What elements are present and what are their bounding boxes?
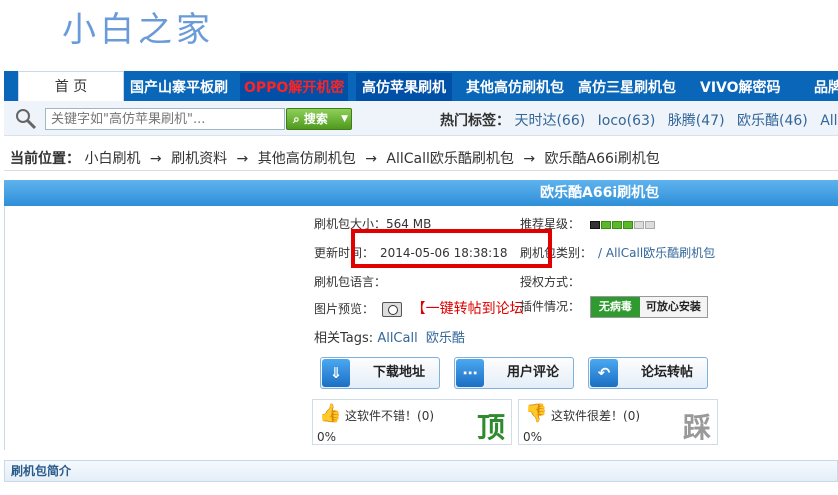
breadcrumb-separator: → xyxy=(365,151,377,167)
download-icon: ⇓ xyxy=(322,359,350,387)
breadcrumb-item[interactable]: 欧乐酷A66i刷机包 xyxy=(545,151,660,167)
vote-down-count: (0) xyxy=(623,409,641,423)
forum-label: 论坛转帖 xyxy=(640,365,693,380)
plugin-label: 插件情况： xyxy=(520,299,581,314)
nav-item-brand[interactable]: 品牌 xyxy=(814,73,838,103)
vote-down-text: 这软件很差！ xyxy=(551,409,624,423)
hot-tag[interactable]: Ioco(63) xyxy=(598,113,656,129)
nav-item-other[interactable]: 其他高仿刷机包 xyxy=(466,73,564,103)
hot-tag[interactable]: 欧乐酷(46) xyxy=(737,113,808,129)
safety-badge: 无病毒 可放心安装 xyxy=(589,296,708,318)
vote-down-text-wrap: 这软件很差！(0) xyxy=(551,407,640,424)
language-field: 刷机包语言： xyxy=(314,273,386,290)
breadcrumb-item[interactable]: 其他高仿刷机包 xyxy=(258,151,356,167)
breadcrumb: 当前位置： 小白刷机 → 刷机资料 → 其他高仿刷机包 → AllCall欧乐酷… xyxy=(10,148,660,168)
hot-tags: 热门标签： 天时达(66) Ioco(63) 脉腾(47) 欧乐酷(46) Al… xyxy=(440,110,838,130)
hot-tag[interactable]: 脉腾(47) xyxy=(668,113,725,129)
rating-star xyxy=(633,220,644,229)
rating-star xyxy=(589,220,600,229)
category-link[interactable]: / AllCall欧乐酷刷机包 xyxy=(598,246,715,260)
repost-link[interactable]: 【一键转帖到论坛 xyxy=(412,301,524,317)
rating-star xyxy=(600,220,611,229)
vote-up-text: 这软件不错！ xyxy=(345,409,418,423)
license-field: 授权方式： xyxy=(520,273,580,290)
nav-item-iphone[interactable]: 高仿苹果刷机 xyxy=(356,73,452,103)
site-logo[interactable]: 小白之家 xyxy=(62,2,214,51)
breadcrumb-separator: → xyxy=(236,151,249,167)
divider xyxy=(4,170,838,171)
vote-up-count: (0) xyxy=(417,409,435,423)
vote-down-box[interactable]: 👎 这软件很差！(0) 0% 踩 xyxy=(518,399,718,445)
search-button[interactable]: ⌕ 搜索 ▼ xyxy=(286,108,352,130)
highlight-box xyxy=(351,229,552,268)
comments-label: 用户评论 xyxy=(506,365,559,380)
breadcrumb-item[interactable]: 刷机资料 xyxy=(171,151,227,167)
search-button-icon: ⌕ xyxy=(293,112,300,126)
tags-field: 相关Tags: AllCall 欧乐酷 xyxy=(314,327,465,346)
search-button-label: 搜索 xyxy=(303,112,328,126)
hot-tag[interactable]: AllC xyxy=(820,113,838,129)
nav-item-samsung[interactable]: 高仿三星刷机包 xyxy=(578,73,676,103)
breadcrumb-separator: → xyxy=(149,151,162,167)
search-icon xyxy=(16,109,37,130)
no-virus-badge: 无病毒 xyxy=(590,297,640,317)
hot-tags-label: 热门标签： xyxy=(440,113,510,129)
chevron-down-icon[interactable]: ▼ xyxy=(341,109,348,129)
hot-tag[interactable]: 天时达(66) xyxy=(514,113,585,129)
rating-star xyxy=(644,220,655,229)
rating-star xyxy=(611,220,622,229)
comment-icon: ⋯ xyxy=(456,359,484,387)
vote-up-box[interactable]: 👍 这软件不错！(0) 0% 顶 xyxy=(312,399,512,445)
thumbs-down-icon: 👎 xyxy=(525,403,548,424)
nav-item-home[interactable]: 首 页 xyxy=(18,71,124,103)
plugin-field: 插件情况： 无病毒 可放心安装 xyxy=(520,296,708,318)
preview-field: 图片预览： 【一键转帖到论坛 xyxy=(314,298,524,318)
download-button[interactable]: ⇓ 下载地址 xyxy=(320,357,440,389)
camera-icon[interactable] xyxy=(381,302,402,317)
thumbs-up-icon: 👍 xyxy=(319,403,342,424)
tag-link[interactable]: 欧乐酷 xyxy=(426,331,465,346)
breadcrumb-label: 当前位置： xyxy=(10,151,80,167)
detail-title-bar: 欧乐酷A66i刷机包 xyxy=(4,180,838,206)
forum-button[interactable]: ↶ 论坛转帖 xyxy=(588,357,708,389)
page-title: 欧乐酷A66i刷机包 xyxy=(540,185,660,201)
vote-up-text-wrap: 这软件不错！(0) xyxy=(345,407,434,424)
vote-up-label: 顶 xyxy=(476,411,505,444)
search-bar: ⌕ 搜索 ▼ 热门标签： 天时达(66) Ioco(63) 脉腾(47) 欧乐酷… xyxy=(4,101,838,136)
preview-label: 图片预览： xyxy=(314,302,375,316)
rating-star xyxy=(622,220,633,229)
tags-label: 相关Tags: xyxy=(314,331,374,346)
vote-down-label: 踩 xyxy=(682,411,711,444)
breadcrumb-separator: → xyxy=(523,151,536,167)
nav-item-tablet[interactable]: 国产山寨平板刷 xyxy=(130,73,228,103)
main-nav: 首 页 国产山寨平板刷 OPPO解开机密 高仿苹果刷机 其他高仿刷机包 高仿三星… xyxy=(4,71,838,103)
tag-link[interactable]: AllCall xyxy=(377,331,417,346)
breadcrumb-item[interactable]: 小白刷机 xyxy=(84,151,140,167)
download-label: 下载地址 xyxy=(372,365,425,380)
nav-item-oppo[interactable]: OPPO解开机密 xyxy=(240,73,349,103)
nav-item-vivo[interactable]: VIVO解密码 xyxy=(700,73,781,103)
vote-up-pct: 0% xyxy=(317,430,337,444)
vote-down-pct: 0% xyxy=(523,430,543,444)
language-label: 刷机包语言： xyxy=(314,275,387,289)
repost-arrow-icon: ↶ xyxy=(590,359,618,387)
search-input[interactable] xyxy=(45,108,285,130)
safe-install-badge: 可放心安装 xyxy=(639,297,707,317)
comments-button[interactable]: ⋯ 用户评论 xyxy=(454,357,574,389)
license-label: 授权方式： xyxy=(520,275,581,289)
intro-section-header: 刷机包简介 xyxy=(4,460,838,482)
rating-stars xyxy=(589,218,656,232)
breadcrumb-item[interactable]: AllCall欧乐酷刷机包 xyxy=(386,151,514,167)
